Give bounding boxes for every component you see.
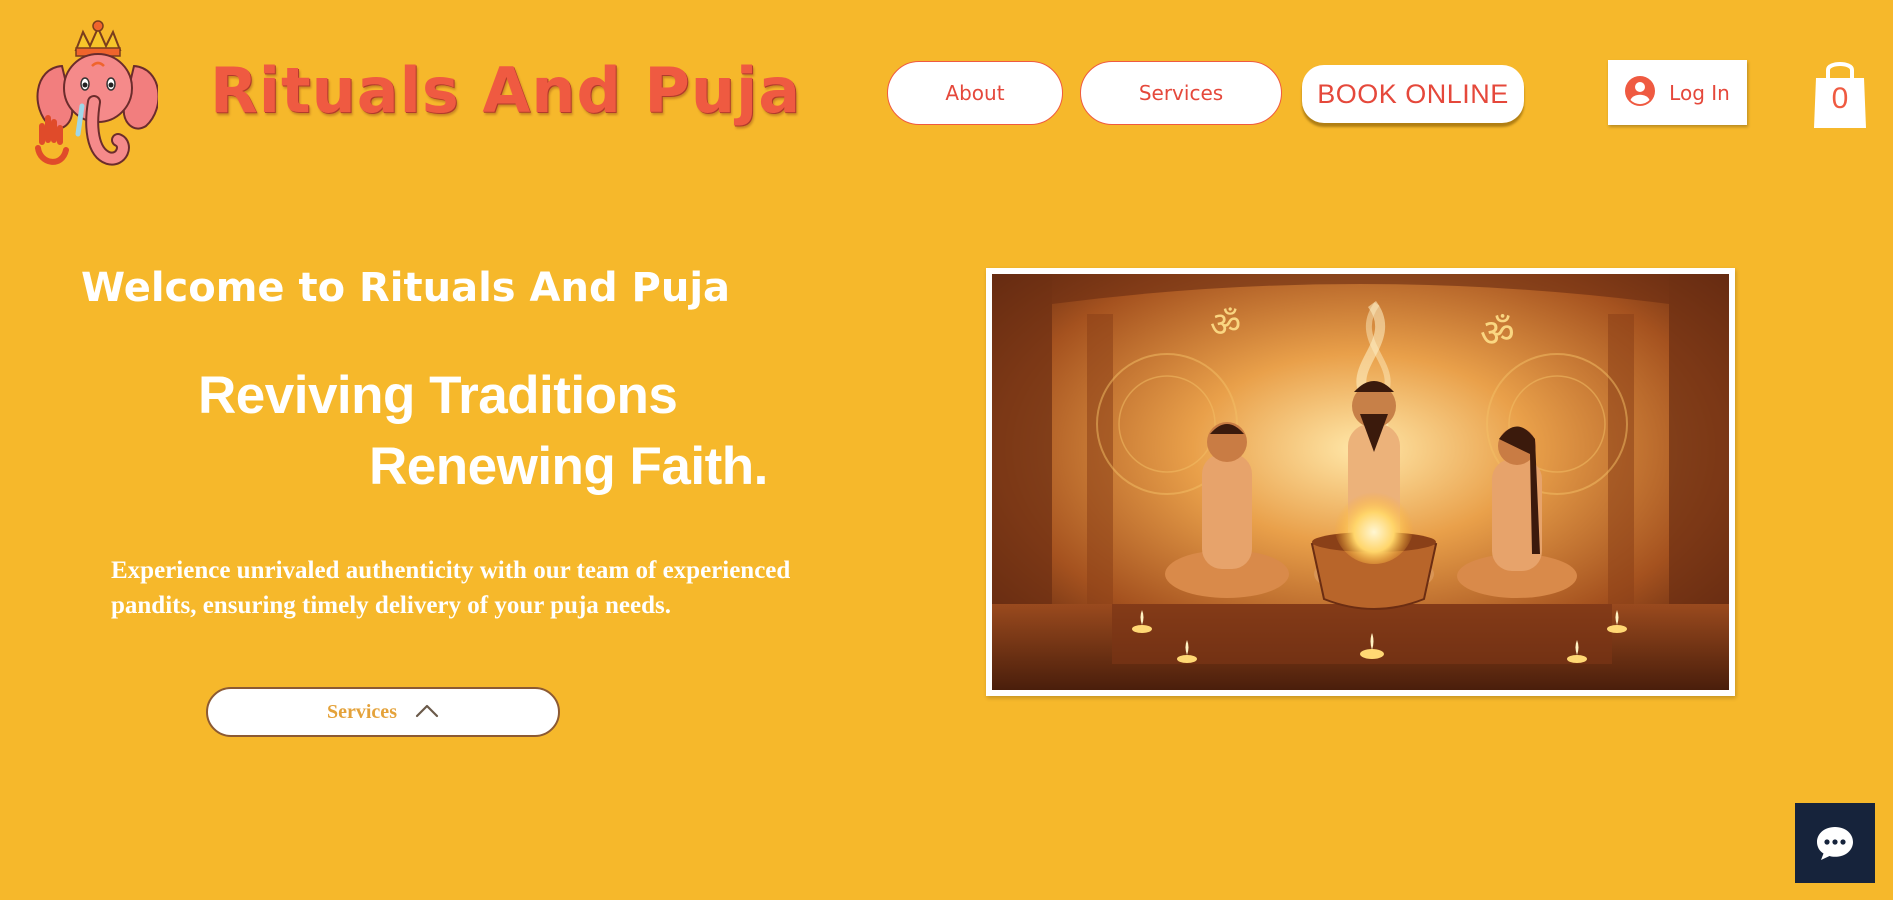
ganesha-logo-icon[interactable] [28,18,160,172]
svg-text:ॐ: ॐ [1210,305,1241,345]
hero-image-frame: ॐ ॐ [986,268,1735,696]
nav-about-label: About [945,81,1005,105]
login-button[interactable]: Log In [1608,60,1747,125]
tagline-line-2: Renewing Faith. [369,437,768,496]
puja-ritual-illustration: ॐ ॐ [992,274,1729,690]
tagline-line-1: Reviving Traditions [198,366,678,425]
cart-count: 0 [1831,82,1849,115]
chevron-up-icon [415,703,439,722]
svg-text:ॐ: ॐ [1480,311,1515,355]
services-cta-label: Services [327,700,397,723]
nav-services-button[interactable]: Services [1080,61,1282,125]
services-cta-button[interactable]: Services [206,687,560,737]
chat-bubble-icon [1817,827,1853,860]
chat-button[interactable] [1795,803,1875,883]
user-avatar-icon [1625,75,1656,110]
nav-services-label: Services [1138,81,1224,105]
hero-description: Experience unrivaled authenticity with o… [111,557,791,619]
cart-button[interactable]: 0 [1810,56,1870,130]
login-label: Log In [1669,80,1730,105]
site-title[interactable]: Rituals And Puja [210,54,801,127]
book-online-label: BOOK ONLINE [1317,78,1509,109]
welcome-heading: Welcome to Rituals And Puja [81,265,731,311]
nav-about-button[interactable]: About [887,61,1063,125]
book-online-button[interactable]: BOOK ONLINE [1302,65,1524,123]
